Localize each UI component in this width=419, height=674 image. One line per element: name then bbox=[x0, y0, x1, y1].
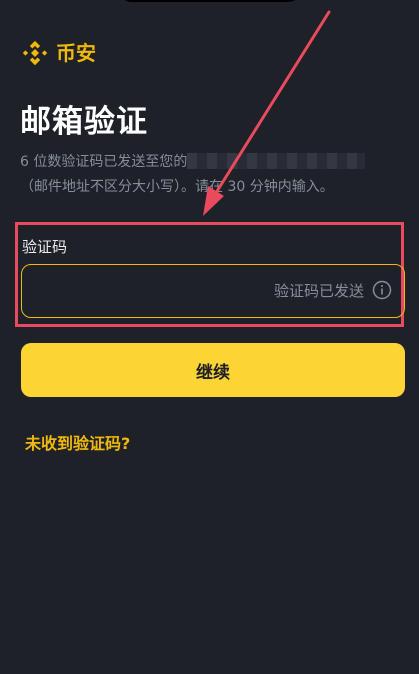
brand-header: 币安 bbox=[20, 38, 96, 68]
info-circle-icon[interactable] bbox=[372, 280, 392, 300]
brand-name: 币安 bbox=[56, 41, 96, 65]
page-title: 邮箱验证 bbox=[20, 104, 148, 140]
resend-code-link[interactable]: 未收到验证码? bbox=[25, 430, 130, 454]
case-insensitive-note: （邮件地址不区分大小写） bbox=[20, 179, 181, 195]
device-notch bbox=[118, 0, 302, 2]
verification-code-input[interactable] bbox=[34, 265, 238, 319]
binance-logo-icon bbox=[22, 40, 48, 66]
verification-description: 6 位数验证码已发送至您的 （邮件地址不区分大小写）。请在 30 分钟内输入。 bbox=[20, 150, 410, 200]
verification-code-field[interactable]: 验证码已发送 bbox=[21, 264, 405, 319]
description-text: 6 位数验证码已发送至您的 bbox=[20, 154, 188, 170]
time-limit-note: 。请在 30 分钟内输入。 bbox=[181, 179, 334, 195]
code-sent-status: 验证码已发送 bbox=[273, 282, 364, 300]
masked-email bbox=[187, 153, 366, 169]
code-field-label: 验证码 bbox=[22, 238, 68, 256]
continue-button[interactable]: 继续 bbox=[21, 343, 405, 397]
